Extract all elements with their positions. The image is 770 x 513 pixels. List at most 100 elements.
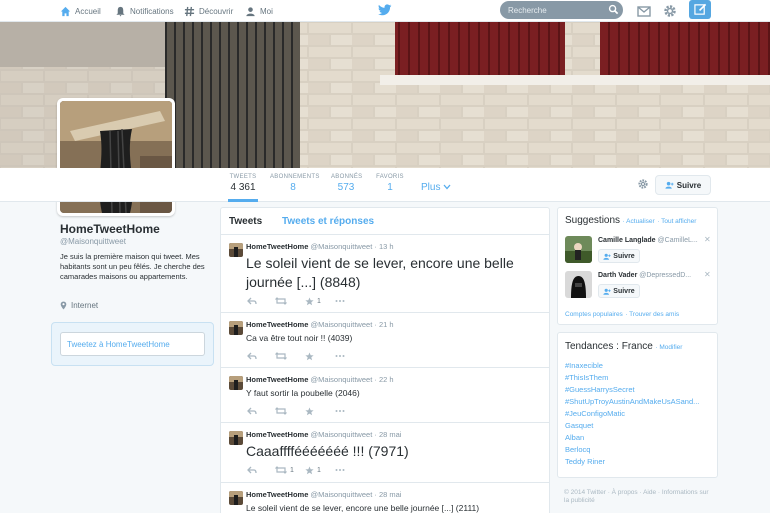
tweet-header: HomeTweetHome @Maisonquittweet · 13 h [246, 242, 394, 251]
tweet-avatar[interactable] [229, 376, 243, 390]
tweet-timestamp[interactable]: · 22 h [374, 375, 393, 384]
follow-button[interactable]: Suivre [655, 175, 711, 195]
suggestion-follow-label: Suivre [613, 287, 635, 295]
profile-name[interactable]: HomeTweetHome [60, 222, 160, 236]
retweet-button[interactable] [275, 351, 287, 361]
search-input[interactable] [500, 1, 623, 19]
tweet-author-name[interactable]: HomeTweetHome [246, 320, 308, 329]
tweet-author-handle[interactable]: @Maisonquittweet [310, 430, 372, 439]
more-actions-button[interactable] [335, 465, 345, 475]
stat-tweets[interactable]: TWEETS 4 361 [228, 174, 258, 202]
favorite-button[interactable]: 1 [305, 465, 321, 475]
trend-item[interactable]: #ThisIsThem [565, 373, 608, 382]
retweet-button[interactable] [275, 296, 290, 306]
tweet-header: HomeTweetHome @Maisonquittweet · 28 mai [246, 430, 401, 439]
stat-following[interactable]: ABONNEMENTS 8 [270, 174, 319, 193]
tweet-author-name[interactable]: HomeTweetHome [246, 430, 308, 439]
tweet-timestamp[interactable]: · 21 h [374, 320, 393, 329]
tweet-to-box: Tweetez à HomeTweetHome [51, 322, 214, 366]
trend-item[interactable]: #Inaxecible [565, 361, 603, 370]
top-navigation-bar: Accueil Notifications Découvrir Moi [0, 0, 770, 22]
more-actions-button[interactable] [335, 351, 345, 361]
trend-item[interactable]: #GuessHarrysSecret [565, 385, 635, 394]
twitter-logo-icon[interactable] [378, 3, 392, 17]
nav-home-label: Accueil [75, 6, 101, 16]
suggestion-user-2[interactable]: Darth Vader @DepressedD... [598, 272, 691, 279]
reply-button[interactable] [247, 296, 257, 306]
suggestion-follow-button[interactable]: Suivre [598, 284, 640, 298]
tweet-author-name[interactable]: HomeTweetHome [246, 490, 308, 499]
nav-notifications[interactable]: Notifications [115, 4, 174, 18]
tab-tweets[interactable]: Tweets [229, 216, 262, 227]
profile-handle[interactable]: @Maisonquittweet [60, 237, 126, 246]
tweet-author-name[interactable]: HomeTweetHome [246, 242, 308, 251]
tweet-header: HomeTweetHome @Maisonquittweet · 22 h [246, 375, 394, 384]
nav-discover[interactable]: Découvrir [184, 4, 233, 18]
more-menu[interactable]: Plus [421, 182, 451, 193]
tweet-timestamp[interactable]: · 13 h [374, 242, 393, 251]
profile-gear-icon[interactable] [637, 178, 649, 190]
search-icon[interactable] [608, 4, 619, 15]
tweet-avatar[interactable] [229, 243, 243, 257]
favorite-button[interactable]: 1 [305, 296, 321, 306]
tweet-author-handle[interactable]: @Maisonquittweet [310, 320, 372, 329]
reply-button[interactable] [247, 351, 257, 361]
favorite-count: 1 [317, 466, 321, 474]
retweet-button[interactable]: 1 [275, 465, 294, 475]
tweet-to-input[interactable]: Tweetez à HomeTweetHome [60, 332, 205, 356]
tweet-author-handle[interactable]: @Maisonquittweet [310, 375, 372, 384]
profile-location-text: Internet [71, 301, 99, 310]
retweet-button[interactable] [275, 406, 287, 416]
reply-icon [247, 407, 257, 415]
nav-me[interactable]: Moi [245, 4, 273, 18]
nav-home[interactable]: Accueil [60, 4, 101, 18]
dismiss-suggestion-icon[interactable]: ✕ [704, 235, 711, 244]
trend-item[interactable]: Berlocq [565, 445, 590, 454]
suggestion-user-1[interactable]: Camille Langlade @CamilleL... [598, 237, 698, 244]
dismiss-suggestion-icon[interactable]: ✕ [704, 270, 711, 279]
reply-button[interactable] [247, 465, 257, 475]
suggestion-avatar[interactable] [565, 236, 592, 263]
tweet-item[interactable]: HomeTweetHome @Maisonquittweet · 28 mai … [221, 483, 549, 513]
tweet-item[interactable]: HomeTweetHome @Maisonquittweet · 22 h Y … [221, 368, 549, 423]
trend-item[interactable]: Teddy Riner [565, 457, 605, 466]
find-friends-link[interactable]: · Trouver des amis [625, 311, 679, 318]
more-actions-button[interactable] [335, 406, 345, 416]
trend-item[interactable]: #ShutUpTroyAustinAndMakeUsASand... [565, 397, 699, 406]
suggestions-footer: Comptes populaires · Trouver des amis [565, 308, 679, 318]
messages-icon[interactable] [636, 3, 652, 19]
stat-favorites[interactable]: FAVORIS 1 [376, 174, 404, 193]
tweet-timestamp[interactable]: · 28 mai [374, 490, 401, 499]
tweet-avatar[interactable] [229, 491, 243, 505]
tweet-item[interactable]: HomeTweetHome @Maisonquittweet · 21 h Ca… [221, 313, 549, 368]
compose-tweet-button[interactable] [689, 0, 711, 19]
suggestion-follow-button[interactable]: Suivre [598, 249, 640, 263]
tweet-avatar[interactable] [229, 431, 243, 445]
tweet-author-name[interactable]: HomeTweetHome [246, 375, 308, 384]
tweet-item[interactable]: HomeTweetHome @Maisonquittweet · 28 mai … [221, 423, 549, 483]
suggestions-view-all-link[interactable]: · Tout afficher [657, 218, 696, 225]
more-actions-button[interactable] [335, 296, 345, 306]
trend-item[interactable]: Alban [565, 433, 584, 442]
tab-tweets-and-replies[interactable]: Tweets et réponses [282, 216, 374, 227]
trends-change-link[interactable]: · Modifier [655, 344, 682, 351]
settings-gear-icon[interactable] [662, 3, 678, 19]
tweet-text: Y faut sortir la poubelle (2046) [246, 388, 360, 398]
suggestion-avatar[interactable] [565, 271, 592, 298]
tweet-author-handle[interactable]: @Maisonquittweet [310, 242, 372, 251]
retweet-count: 1 [290, 466, 294, 474]
tweet-author-handle[interactable]: @Maisonquittweet [310, 490, 372, 499]
tweet-timestamp[interactable]: · 28 mai [374, 430, 401, 439]
popular-accounts-link[interactable]: Comptes populaires [565, 311, 623, 318]
favorite-button[interactable] [305, 351, 314, 361]
favorite-button[interactable] [305, 406, 314, 416]
stat-followers[interactable]: ABONNÉS 573 [331, 174, 362, 193]
reply-button[interactable] [247, 406, 257, 416]
user-icon [246, 6, 255, 16]
trend-item[interactable]: #JeuConfigoMatic [565, 409, 625, 418]
tweet-item[interactable]: HomeTweetHome @Maisonquittweet · 13 h Le… [221, 235, 549, 313]
tweet-header: HomeTweetHome @Maisonquittweet · 21 h [246, 320, 394, 329]
tweet-avatar[interactable] [229, 321, 243, 335]
trend-item[interactable]: Gasquet [565, 421, 593, 430]
suggestions-refresh-link[interactable]: · Actualiser [623, 218, 655, 225]
